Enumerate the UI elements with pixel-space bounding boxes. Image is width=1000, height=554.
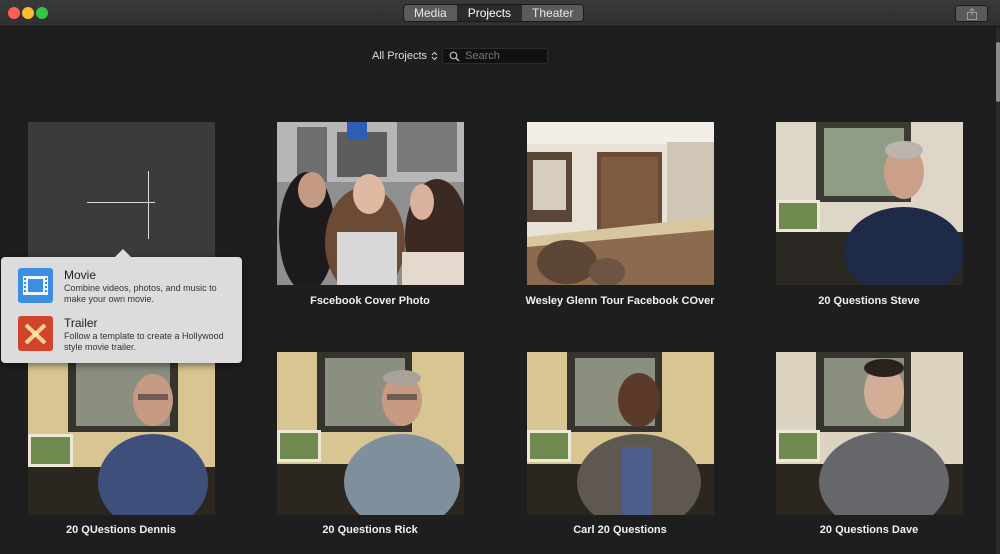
tab-projects[interactable]: Projects [457,5,523,21]
project-title: Fscebook Cover Photo [310,295,430,307]
project-filter-dropdown[interactable]: All Projects [372,50,438,62]
project-thumbnail-fscebook-cover-photo[interactable] [277,122,464,285]
man-grey-hoodie-photo [776,352,963,515]
trailer-option-description: Follow a template to create a Hollywood … [64,331,224,352]
search-icon [449,51,460,62]
trailer-option-title: Trailer [64,316,98,330]
new-project-popover: Movie Combine videos, photos, and music … [1,249,242,363]
kitchen-interior-photo [527,122,714,285]
project-thumbnail-20-questions-rick[interactable] [277,352,464,515]
search-input[interactable]: Search [442,48,548,64]
movie-film-icon [18,268,53,303]
project-thumbnail-wesley-glenn[interactable] [527,122,714,285]
zoom-window-button[interactable] [36,7,48,19]
project-title: Wesley Glenn Tour Facebook COver [525,295,715,307]
share-icon [967,8,977,20]
plus-icon [87,202,155,203]
three-women-photo [277,122,464,285]
man-blue-shirt-glasses-photo [28,352,215,515]
project-thumbnail-20-questions-steve[interactable] [776,122,963,285]
plus-icon-vertical [148,171,149,239]
man-navy-polo-photo [776,122,963,285]
movie-option-title: Movie [64,268,97,282]
project-title: 20 QUestions Dennis [65,524,177,536]
title-bar: Media Projects Theater [0,0,1000,27]
search-placeholder: Search [465,50,500,62]
man-grey-cardigan-photo [527,352,714,515]
minimize-window-button[interactable] [22,7,34,19]
project-filter-label: All Projects [372,50,428,62]
project-title: 20 Questions Steve [818,295,920,307]
project-title: 20 Questions Rick [322,524,418,536]
man-grey-shirt-glasses-photo [277,352,464,515]
trailer-icon [18,316,53,351]
close-window-button[interactable] [8,7,20,19]
tab-media[interactable]: Media [404,5,458,21]
project-thumbnail-carl-20-questions[interactable] [527,352,714,515]
share-button[interactable] [955,5,988,22]
project-title: Carl 20 Questions [573,524,667,536]
project-thumbnail-20-questions-dennis[interactable] [28,352,215,515]
project-title: 20 Questions Dave [819,524,919,536]
updown-chevron-icon [431,51,438,61]
scrollbar-thumb[interactable] [996,42,1000,102]
tab-theater[interactable]: Theater [522,5,584,21]
movie-option-description: Combine videos, photos, and music to mak… [64,283,217,304]
scrollbar-track[interactable] [996,27,1000,554]
view-switcher: Media Projects Theater [403,4,585,22]
project-thumbnail-20-questions-dave[interactable] [776,352,963,515]
